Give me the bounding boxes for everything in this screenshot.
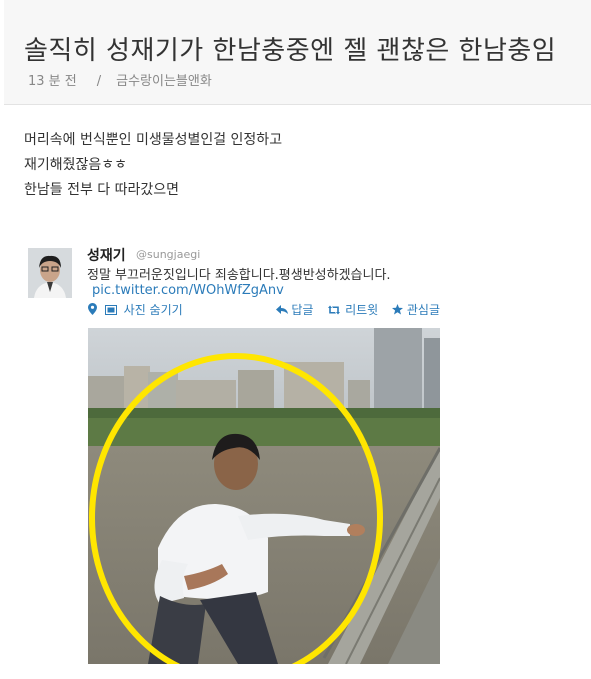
- star-icon: [392, 303, 404, 318]
- post-title: 솔직히 성재기가 한남충중엔 젤 괜찮은 한남충임: [24, 36, 557, 66]
- tweet-author-handle[interactable]: @sungjaegi: [136, 248, 200, 261]
- meta-separator: /: [96, 74, 102, 89]
- tweet-photo[interactable]: [88, 328, 440, 664]
- post-body-line: 한남들 전부 다 따라갔으면: [24, 182, 180, 198]
- post-author[interactable]: 금수랑이는블앤화: [116, 74, 212, 89]
- post-meta: 13 분 전 / 금수랑이는블앤화: [28, 70, 212, 89]
- favorite-button[interactable]: 관심글: [392, 303, 440, 317]
- hide-photo-toggle[interactable]: 사진 숨기기: [88, 301, 183, 318]
- retweet-button[interactable]: 리트윗: [327, 303, 382, 317]
- post-header: 솔직히 성재기가 한남충중엔 젤 괜찮은 한남충임 13 분 전 / 금수랑이는블앤…: [4, 0, 591, 105]
- location-pin-icon: [88, 303, 97, 318]
- post-body-line: 머리속에 번식뿐인 미생물성별인걸 인정하고: [24, 132, 283, 148]
- reply-icon: [275, 304, 288, 318]
- tweet-photo-link[interactable]: pic.twitter.com/WOhWfZgAnv: [92, 283, 284, 298]
- tweet-photo-image: [88, 328, 440, 664]
- retweet-icon: [327, 304, 341, 318]
- tweet-author-name[interactable]: 성재기: [87, 245, 126, 265]
- post-body: 머리속에 번식뿐인 미생물성별인걸 인정하고 재기해줬잖음ㅎㅎ 한남들 전부 다…: [24, 128, 282, 203]
- tweet-actions: 사진 숨기기 답글 리트윗 관심글: [88, 301, 440, 317]
- favorite-label: 관심글: [406, 303, 440, 317]
- tweet-text: 정말 부끄러운짓입니다 죄송합니다.평생반성하겠습니다.: [87, 268, 391, 283]
- tweet-action-buttons: 답글 리트윗 관심글: [266, 301, 440, 318]
- retweet-label: 리트윗: [345, 303, 379, 317]
- photo-icon: [104, 304, 117, 318]
- reply-label: 답글: [291, 303, 314, 317]
- post-time: 13 분 전: [28, 74, 77, 89]
- post-body-line: 재기해줬잖음ㅎㅎ: [24, 157, 128, 173]
- reply-button[interactable]: 답글: [275, 303, 318, 318]
- avatar-image: [28, 248, 72, 298]
- avatar[interactable]: [28, 248, 72, 298]
- hide-photo-label: 사진 숨기기: [123, 303, 183, 317]
